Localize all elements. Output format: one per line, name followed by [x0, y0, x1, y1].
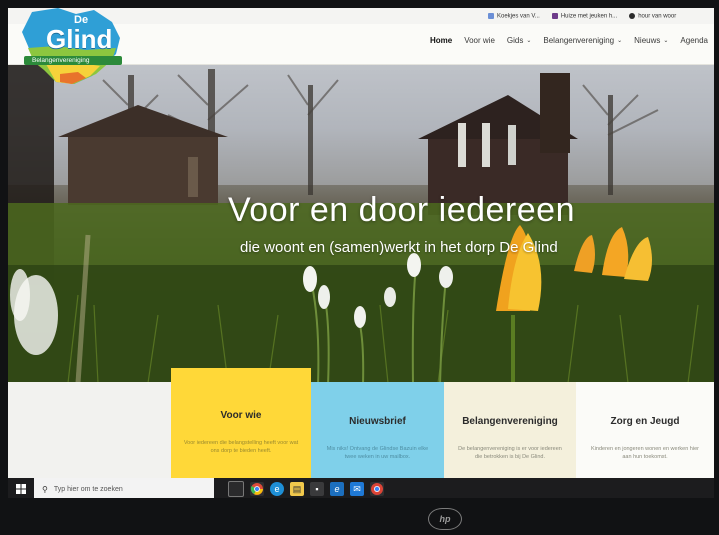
card-title: Zorg en Jeugd	[610, 416, 680, 427]
windows-logo-icon	[16, 484, 26, 494]
bookmark-item[interactable]: Huize met jeuken h...	[551, 12, 617, 19]
nav-item-belangenvereniging[interactable]: Belangenvereniging ⌄	[543, 36, 622, 45]
bookmark-icon	[629, 12, 636, 19]
screen: Koekjes van V... Huize met jeuken h... h…	[8, 8, 714, 498]
nav-label: Home	[429, 36, 453, 45]
nav-item-voor-wie[interactable]: Voor wie	[464, 36, 495, 45]
chevron-down-icon: ⌄	[526, 38, 532, 44]
card-text: De belangenvereniging is er voor iederee…	[458, 446, 562, 460]
nav-item-nieuws[interactable]: Nieuws ⌄	[634, 36, 668, 45]
monitor-brand-logo: hp	[428, 508, 462, 530]
search-placeholder: Typ hier om te zoeken	[53, 485, 123, 493]
main-nav: Home Voor wie Gids ⌄ Belangenvereniging ⌄ …	[430, 36, 708, 45]
nav-item-gids[interactable]: Gids ⌄	[507, 36, 531, 45]
site-logo[interactable]: De Glind Belangenvereniging	[16, 8, 132, 90]
hero-title: Voor en door iedereen	[228, 191, 575, 229]
file-explorer-icon[interactable]: ▤	[290, 482, 304, 496]
chevron-down-icon: ⌄	[663, 38, 669, 44]
store-icon[interactable]: ▪	[310, 482, 324, 496]
card-title: Nieuwsbrief	[349, 416, 406, 427]
nav-label: Nieuws	[634, 36, 661, 45]
nav-label: Voor wie	[464, 36, 495, 45]
bookmark-icon	[488, 12, 494, 19]
card-text: Kinderen en jongeren wonen en werken hie…	[591, 446, 699, 460]
bookmark-icon	[551, 12, 558, 19]
windows-taskbar: ⚲ Typ hier om te zoeken e ▤ ▪ e ✉	[8, 478, 714, 498]
card-title: Voor wie	[220, 410, 262, 421]
logo-tagline: Belangenvereniging	[32, 57, 90, 64]
feature-cards: Voor wie Voor iedereen die belangstellin…	[8, 368, 714, 497]
taskbar-search-input[interactable]: ⚲ Typ hier om te zoeken	[34, 478, 214, 498]
logo-name: Glind	[46, 24, 113, 54]
chrome-icon[interactable]	[250, 482, 264, 496]
start-button[interactable]	[8, 478, 34, 498]
chevron-down-icon: ⌄	[617, 38, 623, 44]
bookmark-item[interactable]: Koekjes van V...	[488, 12, 540, 19]
card-title: Belangenvereniging	[462, 416, 558, 427]
mail-icon[interactable]: ✉	[350, 482, 364, 496]
nav-label: Belangenvereniging	[543, 36, 615, 45]
bookmark-item[interactable]: hour van woor	[629, 12, 676, 19]
search-icon: ⚲	[42, 484, 48, 494]
nav-label: Agenda	[680, 36, 708, 45]
hero-banner: Voor en door iedereen die woont en (same…	[8, 65, 714, 383]
edge-icon[interactable]: e	[270, 482, 284, 496]
hero-subtitle: die woont en (samen)werkt in het dorp De…	[240, 239, 558, 256]
nav-label: Gids	[506, 36, 524, 45]
nav-item-home[interactable]: Home	[430, 36, 452, 45]
bookmarks-bar: Koekjes van V... Huize met jeuken h... h…	[488, 8, 676, 24]
nav-item-agenda[interactable]: Agenda	[680, 36, 708, 45]
monitor-bezel: Koekjes van V... Huize met jeuken h... h…	[0, 0, 719, 535]
card-voor-wie[interactable]: Voor wie Voor iedereen die belangstellin…	[171, 368, 311, 491]
ie-icon[interactable]: e	[330, 482, 344, 496]
card-text: Mis niks! Ontvang de Glindse Bazuin elke…	[326, 446, 429, 460]
task-view-icon[interactable]	[228, 481, 244, 497]
taskbar-apps: e ▤ ▪ e ✉	[228, 481, 384, 497]
chrome-profile-icon[interactable]	[370, 482, 384, 496]
card-text: Voor iedereen die belangstelling heeft v…	[183, 440, 299, 454]
